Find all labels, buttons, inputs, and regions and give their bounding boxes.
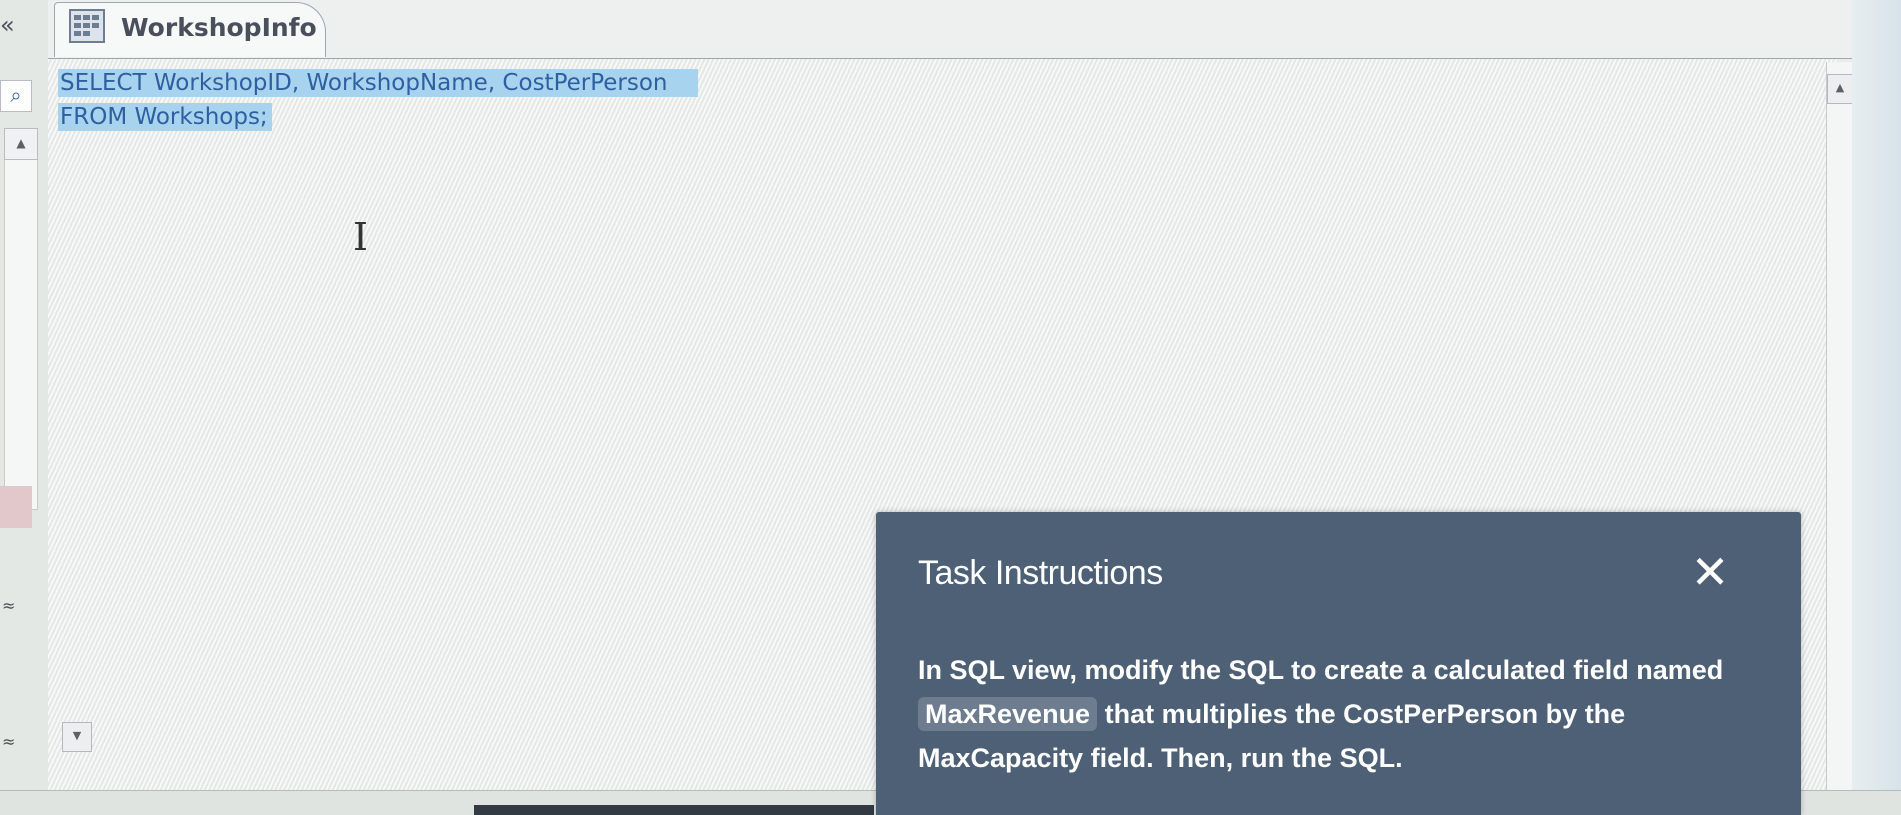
document-tab-strip: WorkshopInfo ✕ — [48, 0, 1901, 59]
close-task-button[interactable]: ✕ — [1684, 548, 1736, 600]
taskbar-segment — [474, 805, 874, 815]
chevron-up-icon[interactable]: ≈ — [2, 732, 22, 752]
chevron-up-icon[interactable]: ≈ — [2, 596, 22, 616]
field-name-chip: MaxRevenue — [918, 697, 1098, 731]
tab-workshopinfo[interactable]: WorkshopInfo — [54, 2, 326, 57]
sql-line-1[interactable]: SELECT WorkshopID, WorkshopName, CostPer… — [58, 69, 698, 97]
scroll-up-button[interactable]: ▲ — [1827, 74, 1853, 104]
nav-scrollbar[interactable] — [4, 128, 38, 510]
text-cursor-icon: I — [353, 215, 369, 259]
tab-title: WorkshopInfo — [121, 13, 317, 42]
window-edge — [1852, 0, 1901, 815]
nav-scroll-up-button[interactable]: ▲ — [4, 128, 38, 160]
editor-scrollbar[interactable]: ▲ — [1826, 62, 1853, 790]
task-title: Task Instructions — [918, 554, 1163, 592]
collapse-nav-icon[interactable]: « — [0, 13, 26, 40]
sql-line-2[interactable]: FROM Workshops; — [58, 103, 272, 131]
access-window: « ⌕ ▲ ≈ ≈ WorkshopInfo ✕ SELECT Workshop… — [0, 0, 1901, 815]
nav-selected-item[interactable] — [0, 486, 32, 528]
task-text-part-1: In SQL view, modify the SQL to create a … — [918, 655, 1724, 685]
navigation-pane: « ⌕ ▲ ≈ ≈ — [0, 0, 49, 790]
table-query-icon — [69, 9, 105, 43]
search-icon[interactable]: ⌕ — [0, 80, 32, 112]
nav-scroll-down-button[interactable]: ▼ — [62, 722, 92, 752]
task-instructions-panel: Task Instructions ✕ In SQL view, modify … — [876, 512, 1801, 815]
task-text: In SQL view, modify the SQL to create a … — [918, 648, 1748, 780]
